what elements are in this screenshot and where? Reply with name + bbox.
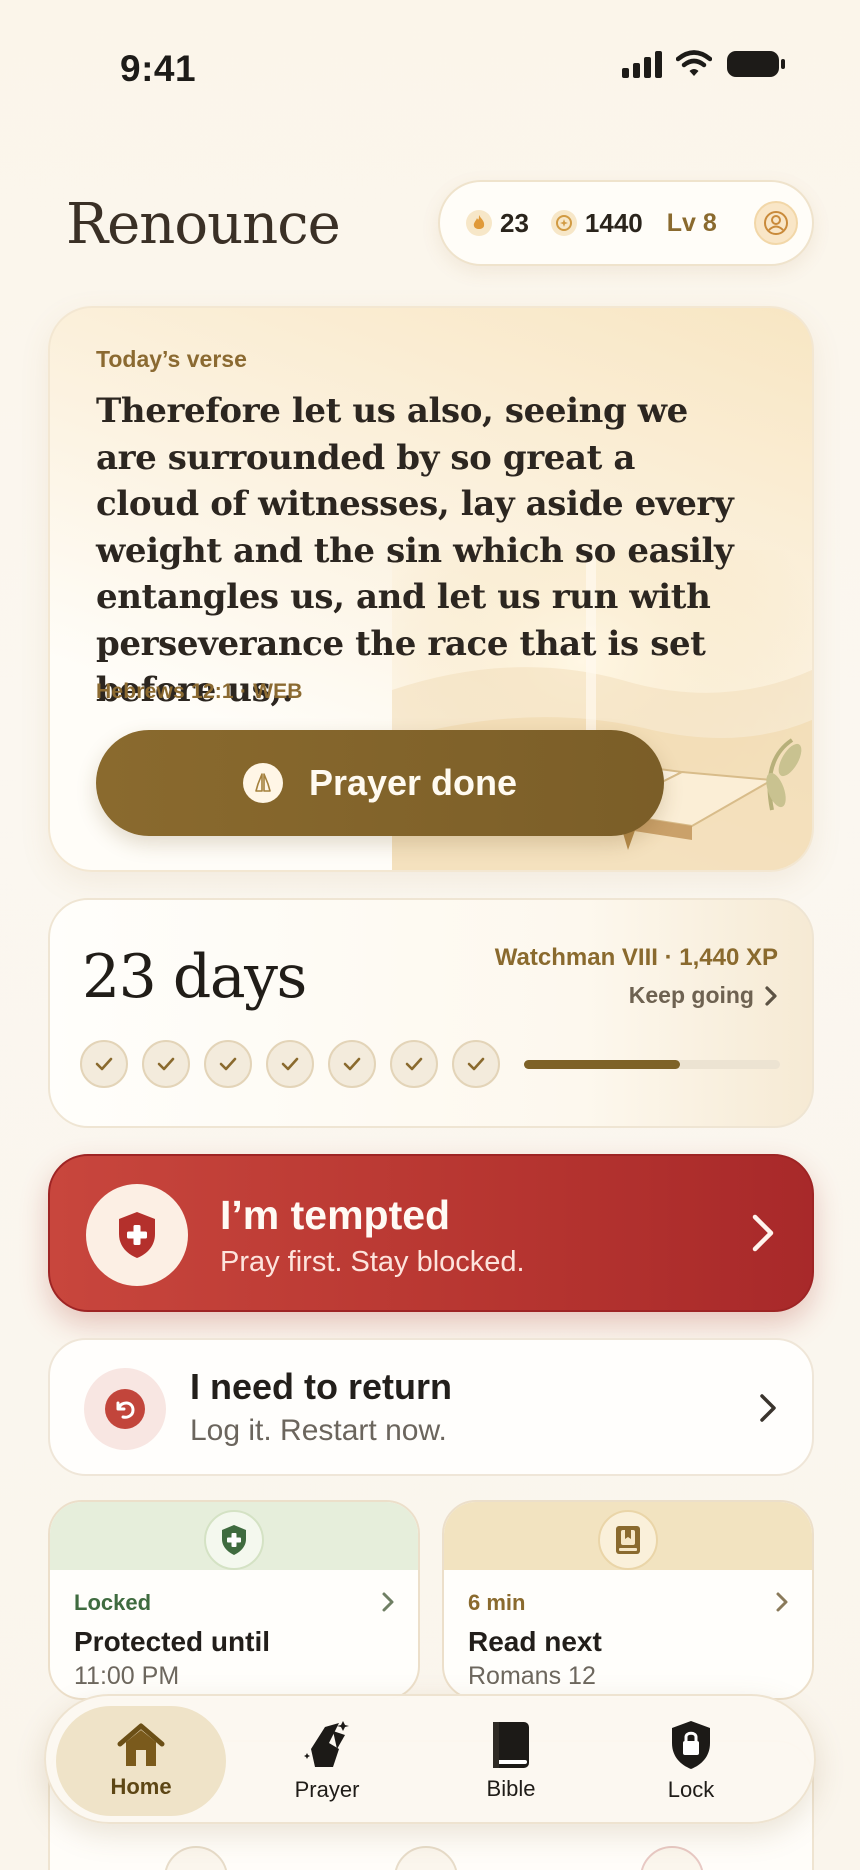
read-next-card[interactable]: 6 min Read next Romans 12 bbox=[442, 1500, 814, 1700]
progress-ring-icon bbox=[640, 1846, 704, 1870]
locked-time: 11:00 PM bbox=[74, 1662, 180, 1690]
level-progress-bar bbox=[524, 1060, 780, 1069]
status-bar: 9:41 bbox=[0, 0, 860, 140]
bookmark-book-icon bbox=[598, 1510, 658, 1570]
shield-plus-icon bbox=[204, 1510, 264, 1570]
chevron-right-icon bbox=[765, 985, 777, 1006]
home-icon bbox=[117, 1723, 165, 1766]
keep-going-link[interactable]: Keep going bbox=[629, 982, 778, 1009]
tab-lock-label: Lock bbox=[667, 1777, 715, 1802]
bible-icon bbox=[493, 1722, 529, 1768]
prayer-done-button[interactable]: Prayer done bbox=[96, 730, 664, 836]
prayer-done-label: Prayer done bbox=[308, 762, 518, 803]
verse-label: Today’s verse bbox=[96, 346, 247, 372]
day-check-icon bbox=[80, 1040, 128, 1088]
tempted-title: I’m tempted bbox=[220, 1192, 451, 1238]
tempted-button[interactable]: I’m tempted Pray first. Stay blocked. bbox=[48, 1154, 814, 1312]
level-badge: Lv 8 bbox=[666, 208, 717, 237]
status-icons bbox=[622, 50, 786, 78]
tab-bible-label: Bible bbox=[486, 1776, 536, 1801]
chevron-right-icon bbox=[382, 1592, 394, 1612]
level-progress-fill bbox=[524, 1060, 681, 1069]
return-arrow-icon bbox=[84, 1368, 166, 1450]
locked-kicker: Locked bbox=[74, 1590, 152, 1615]
return-title: I need to return bbox=[190, 1366, 453, 1407]
cellular-signal-icon bbox=[622, 50, 662, 78]
day-check-icon bbox=[142, 1040, 190, 1088]
day-check-icon bbox=[452, 1040, 500, 1088]
lock-shield-icon bbox=[672, 1721, 710, 1769]
tab-prayer-label: Prayer bbox=[294, 1777, 360, 1802]
tab-lock[interactable]: Lock bbox=[606, 1706, 776, 1816]
verse-card: Today’s verse Therefore let us also, see… bbox=[48, 306, 814, 872]
verse-text: Therefore let us also, seeing we are sur… bbox=[96, 391, 734, 710]
return-subtitle: Log it. Restart now. bbox=[190, 1414, 447, 1447]
stats-pill[interactable]: 23 1440 Lv 8 bbox=[438, 180, 814, 266]
tab-home-label: Home bbox=[110, 1774, 172, 1799]
coin-icon bbox=[550, 210, 577, 236]
day-check-icon bbox=[204, 1040, 252, 1088]
praying-hands-icon bbox=[304, 1721, 349, 1767]
weekly-checks bbox=[80, 1040, 500, 1088]
day-check-icon bbox=[390, 1040, 438, 1088]
chevron-right-icon bbox=[760, 1394, 776, 1422]
locked-card[interactable]: Locked Protected until 11:00 PM bbox=[48, 1500, 420, 1700]
chevron-right-icon bbox=[752, 1214, 774, 1252]
status-time: 9:41 bbox=[120, 48, 197, 89]
header: Renounce 23 1440 Lv 8 bbox=[0, 180, 860, 270]
wifi-icon bbox=[676, 50, 712, 76]
locked-title: Protected until bbox=[74, 1626, 271, 1657]
tab-prayer[interactable]: Prayer bbox=[242, 1706, 412, 1816]
tab-home[interactable]: Home bbox=[56, 1706, 226, 1816]
verse-reference: Hebrews 12:1 · WEB bbox=[96, 680, 303, 703]
level-progress-text: Watchman VIII · 1,440 XP bbox=[494, 944, 778, 971]
day-check-icon bbox=[266, 1040, 314, 1088]
shield-cross-icon bbox=[86, 1184, 188, 1286]
keep-going-label: Keep going bbox=[628, 982, 754, 1008]
day-check-icon bbox=[328, 1040, 376, 1088]
read-passage: Romans 12 bbox=[468, 1662, 596, 1690]
points-count: 1440 bbox=[584, 207, 643, 238]
check-circle-icon bbox=[394, 1846, 458, 1870]
tab-bible[interactable]: Bible bbox=[426, 1706, 596, 1816]
streak-card[interactable]: 23 days Watchman VIII · 1,440 XP Keep go… bbox=[48, 898, 814, 1128]
streak-count: 23 bbox=[500, 207, 529, 238]
praying-hands-icon bbox=[242, 763, 283, 803]
tempted-subtitle: Pray first. Stay blocked. bbox=[220, 1246, 525, 1278]
read-title: Read next bbox=[468, 1626, 602, 1657]
battery-icon bbox=[727, 51, 785, 77]
app-logo: Renounce bbox=[66, 192, 341, 257]
return-button[interactable]: I need to return Log it. Restart now. bbox=[48, 1338, 814, 1476]
check-circle-icon bbox=[164, 1846, 228, 1870]
flame-icon bbox=[466, 210, 492, 236]
streak-days: 23 days bbox=[82, 942, 307, 1012]
read-kicker: 6 min bbox=[468, 1590, 526, 1615]
chevron-right-icon bbox=[776, 1592, 788, 1612]
tab-bar: Home Prayer Bible Lock bbox=[44, 1694, 816, 1824]
profile-avatar-icon[interactable] bbox=[754, 201, 798, 245]
